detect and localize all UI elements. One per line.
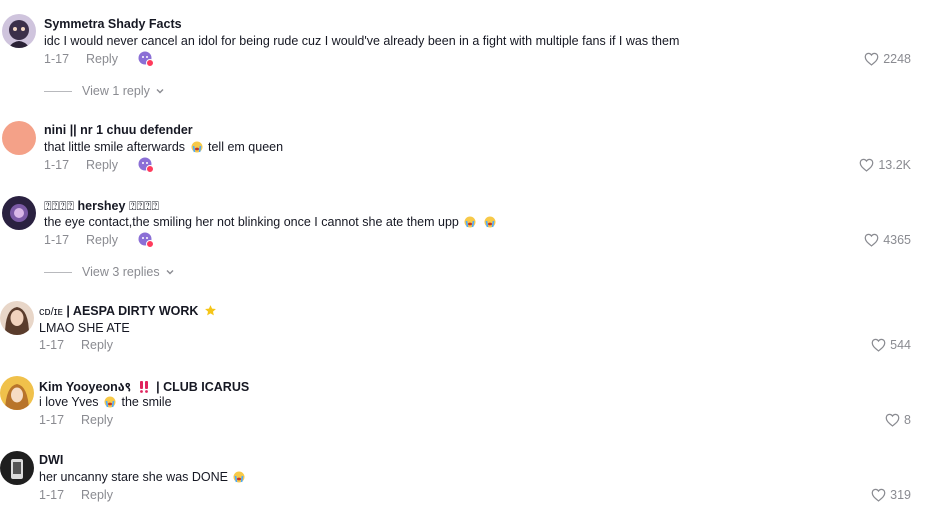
comment-text: her uncanny stare she was DONE [39,470,247,484]
emoji-reaction-icon[interactable] [138,157,154,173]
comment-item: Kim Yooyeonა९ | CLUB ICARUS i love Yves … [0,370,925,445]
heart-outline-icon [871,488,886,502]
divider [44,90,72,92]
comment-text: i love Yves the smile [39,395,172,409]
emoji-reaction-icon[interactable] [138,51,154,67]
author-name: Kim Yooyeonა९ [39,380,132,394]
reply-button[interactable]: Reply [86,52,118,66]
like-button[interactable]: 13.2K [859,158,911,172]
loudly-crying-face-icon [464,216,476,228]
reply-button[interactable]: Reply [81,338,113,352]
comment-date: 1-17 [44,233,70,247]
view-replies-button[interactable]: View 3 replies [44,265,175,279]
heart-outline-icon [864,52,879,66]
avatar[interactable] [2,121,36,155]
like-count: 4365 [883,233,911,247]
avatar[interactable] [2,14,36,48]
author-name: | AESPA DIRTY WORK [66,304,199,318]
like-count: 13.2K [878,158,911,172]
like-count: 8 [904,413,911,427]
like-count: 544 [890,338,911,352]
chevron-down-icon [165,267,175,277]
chevron-down-icon [155,86,165,96]
comment-item: DWI her uncanny stare she was DONE 1-17 … [0,445,925,518]
reply-button[interactable]: Reply [86,233,118,247]
reply-button[interactable]: Reply [81,488,113,502]
star-icon [204,305,216,316]
double-exclamation-icon [139,381,148,393]
comment-item: nini || nr 1 chuu defender that little s… [0,110,925,190]
avatar[interactable] [2,196,36,230]
like-button[interactable]: 544 [871,338,911,352]
comment-text-part: her uncanny stare she was DONE [39,470,228,484]
divider [44,271,72,273]
heart-outline-icon [885,413,900,427]
heart-outline-icon [871,338,886,352]
loudly-crying-face-icon [104,396,116,408]
comment-text-part: the smile [121,395,172,409]
comment-text-part: the eye contact,the smiling her not blin… [44,215,459,229]
comment-text-part: tell em queen [208,140,284,154]
reply-button[interactable]: Reply [81,413,113,427]
view-replies-button[interactable]: View 1 reply [44,84,165,98]
comment-text: idc I would never cancel an idol for bei… [44,34,680,48]
avatar[interactable] [0,301,34,335]
author-decoration: ⍰⍰⍰⍰ [44,199,75,213]
like-count: 2248 [883,52,911,66]
author-decoration: ᴄᴅ/ɪᴇ [39,306,63,318]
author-name: hershey [77,199,126,213]
view-replies-label: View 1 reply [82,84,150,98]
comment-item: ⍰⍰⍰⍰ hershey ⍰⍰⍰⍰ the eye contact,the sm… [0,190,925,300]
comment-date: 1-17 [44,52,70,66]
comment-date: 1-17 [39,338,65,352]
comment-author[interactable]: DWI [39,453,63,467]
avatar[interactable] [0,451,34,485]
author-name: | CLUB ICARUS [156,380,250,394]
like-button[interactable]: 4365 [864,233,911,247]
view-replies-label: View 3 replies [82,265,160,279]
comment-text: the eye contact,the smiling her not blin… [44,215,498,229]
like-button[interactable]: 319 [871,488,911,502]
like-count: 319 [890,488,911,502]
comment-text-part: i love Yves [39,395,99,409]
comment-text: LMAO SHE ATE [39,321,130,335]
comment-date: 1-17 [44,158,70,172]
loudly-crying-face-icon [233,471,245,483]
comments-panel: Symmetra Shady Facts idc I would never c… [0,0,925,518]
comment-author[interactable]: nini || nr 1 chuu defender [44,123,193,137]
reply-button[interactable]: Reply [86,158,118,172]
loudly-crying-face-icon [484,216,496,228]
comment-date: 1-17 [39,488,65,502]
author-decoration: ⍰⍰⍰⍰ [128,199,159,213]
comment-item: ᴄᴅ/ɪᴇ | AESPA DIRTY WORK LMAO SHE ATE 1-… [0,295,925,370]
avatar[interactable] [0,376,34,410]
heart-outline-icon [859,158,874,172]
comment-author[interactable]: ᴄᴅ/ɪᴇ | AESPA DIRTY WORK [39,304,217,318]
comment-text: that little smile afterwards tell em que… [44,140,283,154]
heart-outline-icon [864,233,879,247]
loudly-crying-face-icon [191,141,203,153]
comment-author[interactable]: Kim Yooyeonა९ | CLUB ICARUS [39,378,249,395]
like-button[interactable]: 2248 [864,52,911,66]
emoji-reaction-icon[interactable] [138,232,154,248]
comment-author[interactable]: ⍰⍰⍰⍰ hershey ⍰⍰⍰⍰ [44,199,159,214]
comment-text-part: that little smile afterwards [44,140,186,154]
like-button[interactable]: 8 [885,413,911,427]
comment-author[interactable]: Symmetra Shady Facts [44,17,182,31]
comment-date: 1-17 [39,413,65,427]
